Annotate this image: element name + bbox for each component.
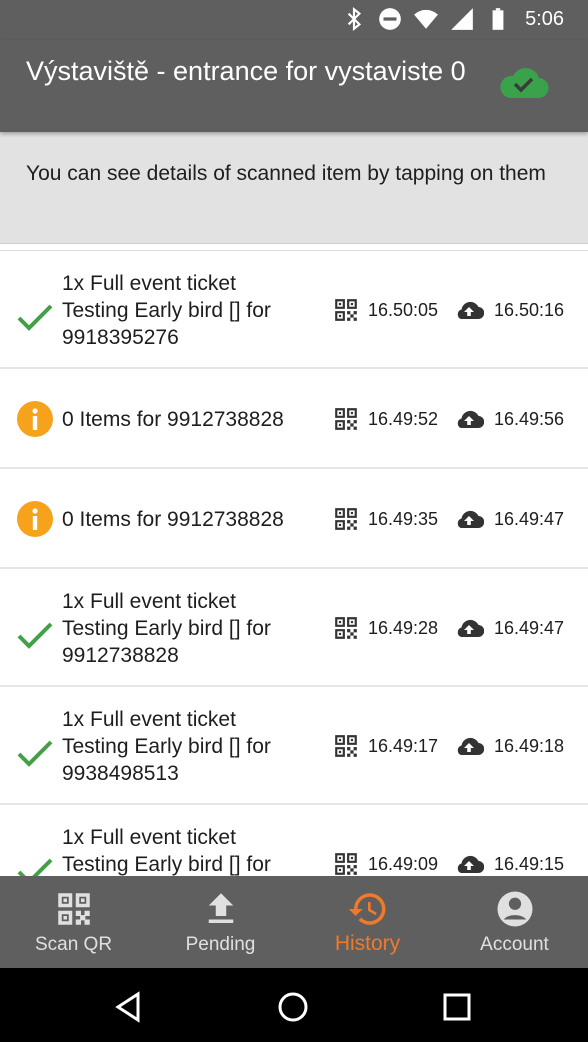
qr-code-icon bbox=[333, 733, 359, 759]
bluetooth-icon bbox=[347, 6, 362, 32]
uploaded-time: 16.50:16 bbox=[494, 299, 565, 320]
app-bar: Výstaviště - entrance for vystaviste 0 bbox=[0, 40, 588, 132]
history-description: 1x Full event ticket Testing Early bird [… bbox=[62, 588, 324, 669]
description-line: 9918395276 bbox=[62, 325, 179, 349]
tab-account[interactable]: Account bbox=[441, 876, 588, 968]
tab-label: History bbox=[334, 932, 401, 955]
tab-label: Scan QR bbox=[34, 934, 113, 955]
description-line: Testing Early bird [] for bbox=[62, 616, 271, 640]
checkmark-icon bbox=[16, 616, 54, 654]
cloud-upload-icon bbox=[454, 734, 485, 758]
info-notice: You can see details of scanned item by t… bbox=[0, 132, 588, 244]
uploaded-time: 16.49:56 bbox=[494, 408, 565, 429]
qr-code-icon bbox=[57, 893, 90, 925]
back-icon[interactable] bbox=[112, 990, 146, 1024]
scanned-time: 16.49:35 bbox=[368, 508, 439, 529]
description-line: 1x Full event ticket bbox=[62, 589, 236, 613]
notice-text: You can see details of scanned item by t… bbox=[26, 162, 546, 185]
history-list: 1x Full event ticket Testing Early bird [… bbox=[0, 250, 588, 876]
tab-history[interactable]: History bbox=[294, 876, 441, 968]
history-row[interactable]: 1x Full event ticket Testing Early bird [… bbox=[0, 569, 588, 687]
history-description: 1x Full event ticket Testing Early bird [… bbox=[62, 824, 324, 877]
system-navigation-bar bbox=[0, 968, 588, 1042]
uploaded-time: 16.49:18 bbox=[494, 735, 565, 756]
tab-label: Account bbox=[480, 934, 549, 955]
history-description: 0 Items for 9912738828 bbox=[62, 506, 324, 533]
cloud-check-icon[interactable] bbox=[496, 62, 550, 102]
status-bar: 5:06 bbox=[0, 0, 588, 40]
tab-scan-qr[interactable]: Scan QR bbox=[0, 876, 147, 968]
history-times: 16.50:05 16.50:16 bbox=[333, 297, 564, 323]
description-line: Testing Early bird [] for bbox=[62, 298, 271, 322]
checkmark-icon bbox=[16, 734, 54, 772]
status-icons: 5:06 bbox=[341, 6, 564, 32]
description-line: 9938498513 bbox=[62, 761, 179, 785]
history-row[interactable]: 0 Items for 9912738828 16.49:52 16.49:56 bbox=[0, 369, 588, 469]
recents-icon[interactable] bbox=[440, 990, 474, 1024]
do-not-disturb-icon bbox=[379, 8, 401, 30]
history-description: 1x Full event ticket Testing Early bird [… bbox=[62, 270, 324, 351]
tab-label: Pending bbox=[185, 934, 256, 955]
wifi-icon bbox=[414, 9, 438, 29]
history-description: 0 Items for 9912738828 bbox=[62, 406, 324, 433]
history-row[interactable]: 1x Full event ticket Testing Early bird [… bbox=[0, 251, 588, 369]
history-times: 16.49:17 16.49:18 bbox=[333, 733, 564, 759]
status-time: 5:06 bbox=[525, 7, 564, 30]
page-title: Výstaviště - entrance for vystaviste 0 bbox=[26, 56, 466, 86]
uploaded-time: 16.49:15 bbox=[494, 853, 565, 874]
history-times: 16.49:35 16.49:47 bbox=[333, 506, 564, 532]
history-times: 16.49:28 16.49:47 bbox=[333, 615, 564, 641]
account-icon bbox=[497, 891, 532, 927]
description-line: 1x Full event ticket bbox=[62, 825, 236, 849]
cloud-upload-icon bbox=[454, 298, 485, 322]
history-row[interactable]: 1x Full event ticket Testing Early bird [… bbox=[0, 687, 588, 805]
checkmark-icon bbox=[16, 298, 54, 336]
uploaded-time: 16.49:47 bbox=[494, 508, 565, 529]
description-line: 9912738828 bbox=[62, 643, 179, 667]
cloud-upload-icon bbox=[454, 407, 485, 431]
scanned-time: 16.49:28 bbox=[368, 617, 439, 638]
qr-code-icon bbox=[333, 851, 359, 876]
cloud-upload-icon bbox=[454, 507, 485, 531]
description-line: 1x Full event ticket bbox=[62, 271, 236, 295]
scanned-time: 16.49:09 bbox=[368, 853, 439, 874]
qr-code-icon bbox=[333, 297, 359, 323]
history-row[interactable]: 1x Full event ticket Testing Early bird [… bbox=[0, 805, 588, 876]
cloud-upload-icon bbox=[454, 852, 485, 876]
scanned-time: 16.49:52 bbox=[368, 408, 439, 429]
history-description: 1x Full event ticket Testing Early bird [… bbox=[62, 706, 324, 787]
qr-code-icon bbox=[333, 406, 359, 432]
battery-icon bbox=[492, 8, 504, 30]
bottom-navigation: Scan QR Pending History Account bbox=[0, 876, 588, 968]
scanned-time: 16.50:05 bbox=[368, 299, 439, 320]
description-line: Testing Early bird [] for bbox=[62, 734, 271, 758]
scanned-time: 16.49:17 bbox=[368, 735, 439, 756]
upload-icon bbox=[208, 893, 233, 923]
description-line: 1x Full event ticket bbox=[62, 707, 236, 731]
cloud-upload-icon bbox=[454, 616, 485, 640]
history-times: 16.49:52 16.49:56 bbox=[333, 406, 564, 432]
qr-code-icon bbox=[333, 615, 359, 641]
qr-code-icon bbox=[333, 506, 359, 532]
info-icon bbox=[16, 400, 54, 438]
uploaded-time: 16.49:47 bbox=[494, 617, 565, 638]
tab-pending[interactable]: Pending bbox=[147, 876, 294, 968]
history-row[interactable]: 0 Items for 9912738828 16.49:35 16.49:47 bbox=[0, 469, 588, 569]
history-times: 16.49:09 16.49:15 bbox=[333, 851, 564, 876]
description-line: Testing Early bird [] for bbox=[62, 852, 271, 876]
description-line: 0 Items for 9912738828 bbox=[62, 507, 284, 531]
description-line: 0 Items for 9912738828 bbox=[62, 407, 284, 431]
checkmark-icon bbox=[16, 852, 54, 876]
home-icon[interactable] bbox=[276, 990, 310, 1024]
info-icon bbox=[16, 500, 54, 538]
signal-icon bbox=[451, 8, 473, 30]
history-icon bbox=[348, 893, 385, 925]
